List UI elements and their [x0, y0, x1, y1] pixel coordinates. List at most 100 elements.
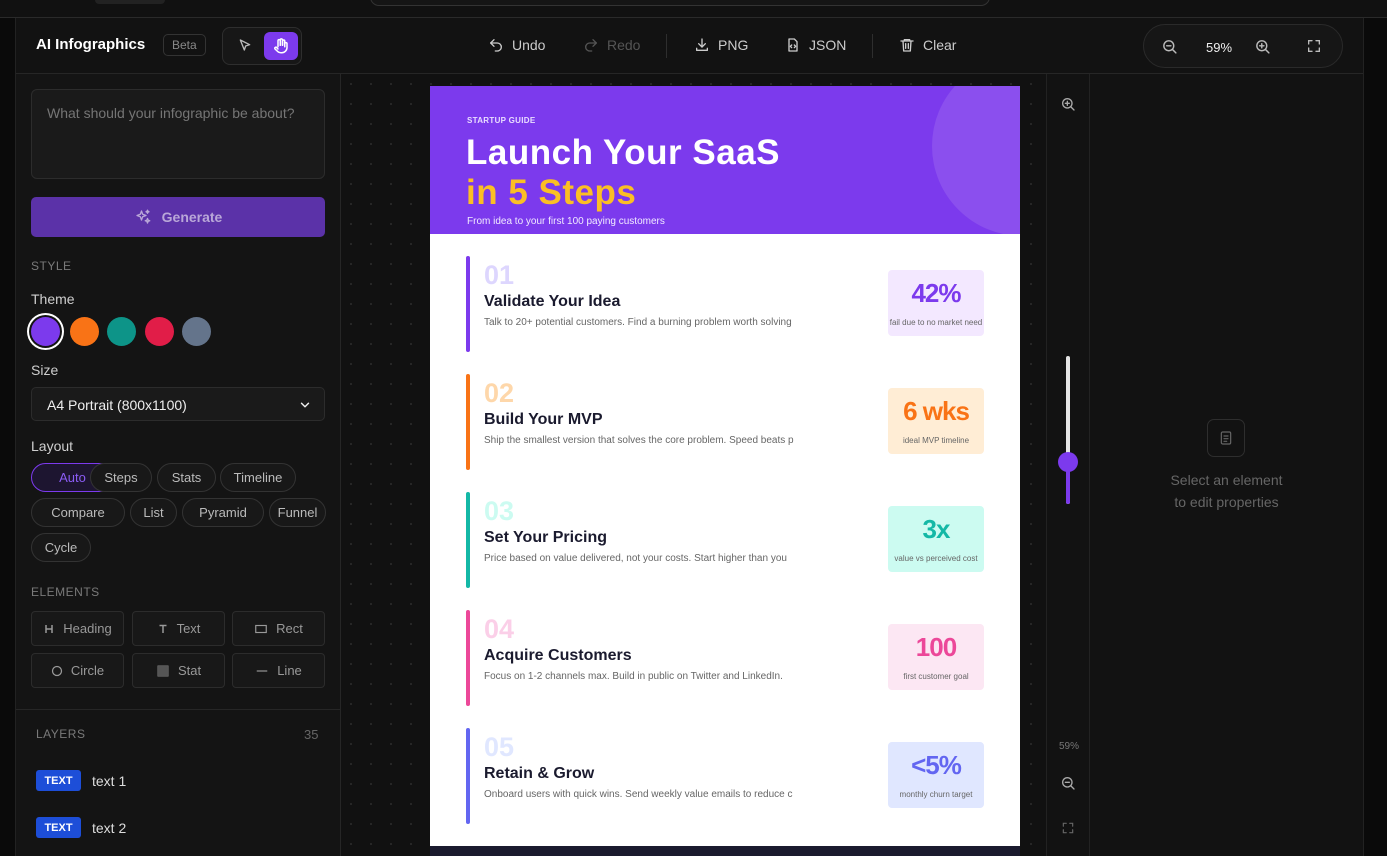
step-stat-card[interactable]: <5% monthly churn target	[888, 742, 984, 808]
layout-chip-pyramid[interactable]: Pyramid	[182, 498, 264, 527]
poster-title-line2[interactable]: in 5 Steps	[466, 173, 636, 213]
theme-swatch[interactable]	[70, 317, 99, 346]
step-title[interactable]: Retain & Grow	[484, 765, 594, 783]
export-png-button[interactable]: PNG	[694, 37, 748, 53]
poster-kicker[interactable]: STARTUP GUIDE	[467, 116, 536, 125]
infographic-poster[interactable]: STARTUP GUIDE Launch Your SaaS in 5 Step…	[430, 86, 1020, 856]
add-heading-button[interactable]: Heading	[31, 611, 124, 646]
layout-chip-timeline[interactable]: Timeline	[220, 463, 296, 492]
element-label: Rect	[276, 621, 303, 636]
step-stat-card[interactable]: 6 wks ideal MVP timeline	[888, 388, 984, 454]
step-number[interactable]: 05	[484, 732, 514, 763]
poster-title-line1[interactable]: Launch Your SaaS	[466, 133, 780, 173]
theme-swatch[interactable]	[107, 317, 136, 346]
step-accent-bar[interactable]	[466, 256, 470, 352]
step-item[interactable]: 05 Retain & Grow Onboard users with quick …	[466, 728, 986, 824]
zoom-in-button[interactable]	[1060, 96, 1076, 117]
step-title[interactable]: Acquire Customers	[484, 647, 632, 665]
step-number[interactable]: 02	[484, 378, 514, 409]
step-accent-bar[interactable]	[466, 610, 470, 706]
add-rect-button[interactable]: Rect	[232, 611, 325, 646]
stat-label[interactable]: fail due to no market need	[888, 318, 984, 327]
stat-value[interactable]: 6 wks	[888, 396, 984, 427]
poster-footer[interactable]	[430, 846, 1020, 856]
layer-item[interactable]: TEXT text 2	[36, 817, 126, 838]
step-item[interactable]: 03 Set Your Pricing Price based on value d…	[466, 492, 986, 588]
zoom-value: 59%	[1206, 40, 1233, 55]
redo-button[interactable]: Redo	[583, 37, 640, 53]
step-title[interactable]: Set Your Pricing	[484, 529, 607, 547]
app-title: AI Infographics	[36, 36, 146, 53]
browser-tab[interactable]	[95, 0, 165, 4]
prompt-input[interactable]	[31, 89, 325, 179]
fullscreen-icon	[1062, 822, 1074, 834]
stat-value[interactable]: 42%	[888, 278, 984, 309]
layer-type-badge: TEXT	[36, 770, 81, 791]
fit-screen-button[interactable]	[1306, 38, 1322, 59]
zoom-out-button[interactable]	[1161, 38, 1178, 60]
step-number[interactable]: 04	[484, 614, 514, 645]
add-circle-button[interactable]: Circle	[31, 653, 124, 688]
layout-chip-compare[interactable]: Compare	[31, 498, 125, 527]
decorative-circle[interactable]	[932, 86, 1020, 234]
stat-label[interactable]: ideal MVP timeline	[888, 436, 984, 445]
clear-label: Clear	[923, 37, 957, 53]
address-bar[interactable]	[370, 0, 990, 6]
layout-chip-stats[interactable]: Stats	[157, 463, 216, 492]
layout-chip-funnel[interactable]: Funnel	[269, 498, 326, 527]
step-number[interactable]: 01	[484, 260, 514, 291]
zoom-in-icon	[1062, 98, 1075, 111]
step-stat-card[interactable]: 42% fail due to no market need	[888, 270, 984, 336]
step-item[interactable]: 01 Validate Your Idea Talk to 20+ potentia…	[466, 256, 986, 352]
stat-value[interactable]: <5%	[888, 750, 984, 781]
layout-chip-steps[interactable]: Steps	[90, 463, 152, 492]
step-title[interactable]: Validate Your Idea	[484, 293, 620, 311]
step-stat-card[interactable]: 100 first customer goal	[888, 624, 984, 690]
theme-swatch[interactable]	[31, 317, 60, 346]
left-edge	[0, 18, 16, 856]
layer-item[interactable]: TEXT text 1	[36, 770, 126, 791]
step-item[interactable]: 04 Acquire Customers Focus on 1-2 channels…	[466, 610, 986, 706]
select-tool-button[interactable]	[228, 32, 262, 60]
zoom-slider-thumb[interactable]	[1058, 452, 1078, 472]
step-stat-card[interactable]: 3x value vs perceived cost	[888, 506, 984, 572]
step-title[interactable]: Build Your MVP	[484, 411, 603, 429]
fit-screen-button[interactable]	[1061, 821, 1075, 840]
add-line-button[interactable]: Line	[232, 653, 325, 688]
undo-button[interactable]: Undo	[488, 37, 545, 53]
poster-subtitle[interactable]: From idea to your first 100 paying custo…	[467, 216, 665, 227]
step-description[interactable]: Focus on 1-2 channels max. Build in publ…	[484, 671, 800, 682]
poster-header[interactable]: STARTUP GUIDE Launch Your SaaS in 5 Step…	[430, 86, 1020, 234]
canvas-area[interactable]: STARTUP GUIDE Launch Your SaaS in 5 Step…	[341, 74, 1046, 856]
empty-state-line2: to edit properties	[1174, 494, 1279, 510]
stat-label[interactable]: monthly churn target	[888, 790, 984, 799]
stat-label[interactable]: first customer goal	[888, 672, 984, 681]
step-description[interactable]: Ship the smallest version that solves th…	[484, 435, 800, 446]
zoom-out-button[interactable]	[1060, 775, 1076, 796]
layout-chip-cycle[interactable]: Cycle	[31, 533, 91, 562]
clear-button[interactable]: Clear	[899, 37, 956, 53]
stat-label[interactable]: value vs perceived cost	[888, 554, 984, 563]
add-stat-button[interactable]: Stat	[132, 653, 225, 688]
layout-chip-list[interactable]: List	[130, 498, 177, 527]
step-accent-bar[interactable]	[466, 374, 470, 470]
step-item[interactable]: 02 Build Your MVP Ship the smallest versio…	[466, 374, 986, 470]
pan-tool-button[interactable]	[264, 32, 298, 60]
step-accent-bar[interactable]	[466, 728, 470, 824]
stat-value[interactable]: 3x	[888, 514, 984, 545]
theme-swatch[interactable]	[145, 317, 174, 346]
stat-value[interactable]: 100	[888, 632, 984, 663]
theme-swatch[interactable]	[182, 317, 211, 346]
generate-button[interactable]: Generate	[31, 197, 325, 237]
step-accent-bar[interactable]	[466, 492, 470, 588]
layers-count: 35	[304, 727, 319, 742]
step-description[interactable]: Price based on value delivered, not your…	[484, 553, 800, 564]
add-text-button[interactable]: Text	[132, 611, 225, 646]
export-json-button[interactable]: JSON	[785, 37, 846, 53]
redo-icon	[585, 39, 597, 52]
step-number[interactable]: 03	[484, 496, 514, 527]
step-description[interactable]: Talk to 20+ potential customers. Find a …	[484, 317, 800, 328]
size-select[interactable]: A4 Portrait (800x1100)	[31, 387, 325, 421]
zoom-in-button[interactable]	[1254, 38, 1271, 60]
step-description[interactable]: Onboard users with quick wins. Send week…	[484, 789, 800, 800]
